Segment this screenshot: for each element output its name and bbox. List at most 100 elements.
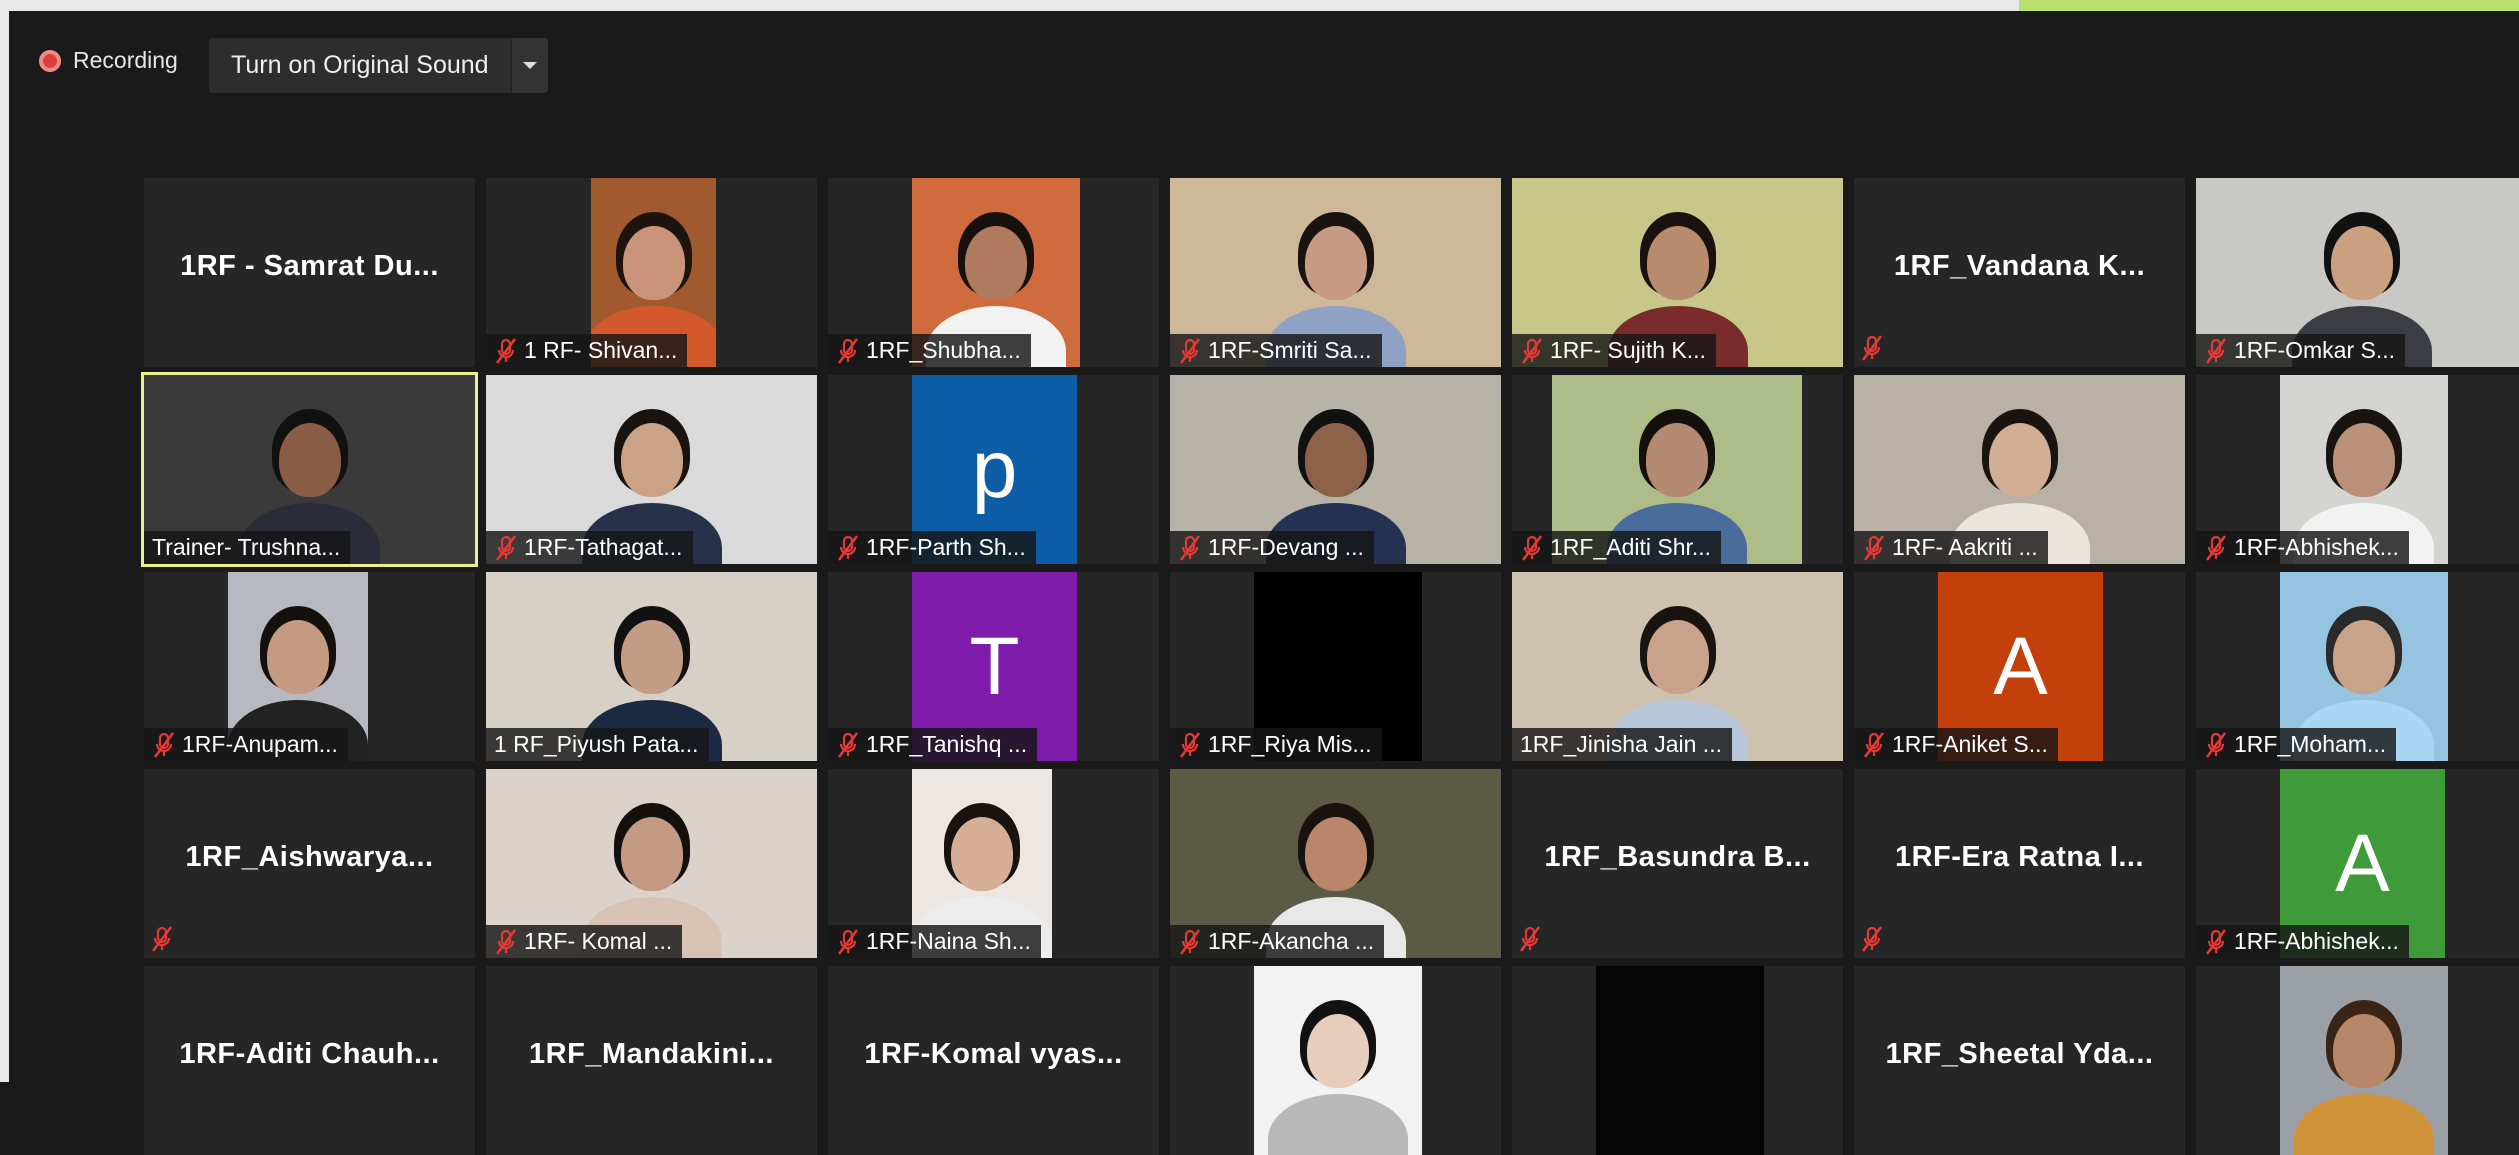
participant-tile[interactable]: Trainer- Trushna... (141, 372, 478, 567)
participant-name: 1RF_Riya Mis... (1208, 731, 1372, 757)
participant-name-label: 1RF-Parth Sh... (828, 531, 1036, 564)
participant-tile[interactable]: 1RF- Aakriti ... (1854, 375, 2185, 564)
participant-name-label: 1RF- Sujith K... (1512, 334, 1716, 367)
participant-name: 1RF_Aditi Shr... (1550, 534, 1712, 560)
participant-name: 1 RF_Piyush Pata... (494, 731, 699, 757)
participant-tile[interactable]: 1RF-Devang ... (1170, 375, 1501, 564)
participant-name: 1RF-Smriti Sa... (1208, 337, 1372, 363)
microphone-muted-icon (1862, 534, 1886, 561)
participant-tile[interactable]: 1RF_Shubha... (828, 178, 1159, 367)
microphone-muted-icon (1860, 335, 1884, 361)
microphone-muted-icon (1860, 926, 1884, 952)
participant-name: 1RF-Abhishek... (2234, 534, 2399, 560)
participant-tile[interactable]: 1RF_Aishwarya... (144, 769, 475, 958)
participant-name-label: 1RF_Aditi Shr... (1512, 531, 1722, 564)
participant-tile[interactable]: 1RF_Jinisha Jain ... (1512, 572, 1843, 761)
participant-tile[interactable]: A 1RF-Abhishek... (2196, 769, 2519, 958)
participant-name: 1RF-Akancha ... (1208, 928, 1375, 954)
participant-tile[interactable]: 1RF_Riya Mis... (1170, 572, 1501, 761)
participant-name: 1RF_Basundra B... (1544, 841, 1811, 873)
original-sound-control: Turn on Original Sound (209, 38, 548, 93)
microphone-muted-icon (1178, 337, 1202, 364)
original-sound-dropdown[interactable] (510, 38, 548, 93)
participant-name: 1RF - Samrat Du... (180, 250, 439, 282)
participant-tile[interactable]: 1RF_Sheetal Yda... (1854, 966, 2185, 1155)
participant-name-label: 1RF_Riya Mis... (1170, 728, 1382, 761)
participant-tile[interactable]: 1RF-Naina Sh... (828, 769, 1159, 958)
participant-tile[interactable]: 1RF_Basundra B... (1512, 769, 1843, 958)
participant-tile[interactable]: 1RF-Akancha ... (1170, 769, 1501, 958)
participant-name-label: 1RF-Aniket S... (1854, 728, 2058, 761)
participant-tile[interactable]: 1RF-Era Ratna I... (1854, 769, 2185, 958)
participant-name-label: 1 RF- Shivan... (486, 334, 688, 367)
microphone-muted-icon (1178, 928, 1202, 955)
participant-name-label: 1RF_Shubha... (828, 334, 1031, 367)
participant-tile[interactable]: 1RF-Komal vyas... (828, 966, 1159, 1155)
participant-video (1254, 966, 1422, 1155)
participant-tile[interactable]: 1 RF- Shivan... (486, 178, 817, 367)
participant-name: 1RF_Moham... (2234, 731, 2387, 757)
participant-name-label: 1RF- Komal ... (486, 925, 683, 958)
window-accent-bar (2019, 0, 2519, 11)
participant-tile[interactable]: 1RF-Anupam... (144, 572, 475, 761)
participant-name: 1RF_Aishwarya... (185, 841, 434, 873)
microphone-muted-icon (836, 731, 860, 758)
participant-video (1596, 966, 1764, 1155)
participant-tile[interactable]: 1RF - Samrat Du... (144, 178, 475, 367)
participant-name: 1RF-Era Ratna I... (1894, 841, 2145, 873)
microphone-muted-icon (2204, 534, 2228, 561)
window-top-strip (0, 0, 2519, 11)
participant-tile[interactable]: 1RF-Abhishek... (2196, 375, 2519, 564)
participant-tile[interactable]: 1 RF_Piyush Pata... (486, 572, 817, 761)
turn-on-original-sound-button[interactable]: Turn on Original Sound (209, 38, 511, 93)
participant-tile[interactable]: 1RF-Omkar S... (2196, 178, 2519, 367)
participant-tile[interactable]: 1RF- Komal ... (486, 769, 817, 958)
record-dot-icon (39, 49, 61, 72)
microphone-muted-icon (1178, 731, 1202, 758)
participant-tile[interactable] (1512, 966, 1843, 1155)
participant-name-label: 1RF-Tathagat... (486, 531, 693, 564)
microphone-muted-icon (152, 731, 176, 758)
participant-tile[interactable]: 1RF_Aditi Shr... (1512, 375, 1843, 564)
participant-name-label: 1RF-Smriti Sa... (1170, 334, 1382, 367)
participant-tile[interactable]: p 1RF-Parth Sh... (828, 375, 1159, 564)
participant-name: 1 RF- Shivan... (524, 337, 678, 363)
participant-video (2280, 966, 2448, 1155)
participant-tile[interactable]: 1RF-Aditi Chauh... (144, 966, 475, 1155)
participant-name: 1RF-Komal vyas... (864, 1038, 1123, 1070)
participant-name-label: 1RF-Abhishek... (2196, 531, 2409, 564)
participant-name-label: 1 RF_Piyush Pata... (486, 728, 709, 761)
microphone-muted-icon (1178, 534, 1202, 561)
avatar-letter: A (2335, 817, 2390, 909)
participant-tile[interactable]: 1RF-Tathagat... (486, 375, 817, 564)
participant-name-label: 1RF-Abhishek... (2196, 925, 2409, 958)
participant-tile[interactable]: 1RF-Smriti Sa... (1170, 178, 1501, 367)
participant-tile[interactable]: 1RF_Vandana K... (1854, 178, 2185, 367)
participant-name-label: 1RF-Omkar S... (2196, 334, 2406, 367)
participant-name-label: 1RF-Akancha ... (1170, 925, 1385, 958)
window-left-edge (0, 0, 9, 1082)
participant-name: 1RF_Tanishq ... (866, 731, 1028, 757)
participant-tile[interactable]: T 1RF_Tanishq ... (828, 572, 1159, 761)
participant-name-label: 1RF-Devang ... (1170, 531, 1374, 564)
recording-indicator[interactable]: Recording (39, 47, 178, 74)
participant-name: 1RF_Shubha... (866, 337, 1021, 363)
participant-name-label: 1RF_Jinisha Jain ... (1512, 728, 1732, 761)
microphone-muted-icon (494, 337, 518, 364)
microphone-muted-icon (150, 926, 174, 952)
microphone-muted-icon (2204, 928, 2228, 955)
participant-tile[interactable] (1170, 966, 1501, 1155)
participant-name-label: 1RF_Tanishq ... (828, 728, 1038, 761)
participant-name: 1RF-Naina Sh... (866, 928, 1031, 954)
participant-name-label: 1RF- Aakriti ... (1854, 531, 2048, 564)
participant-tile[interactable]: 1RF- Sujith K... (1512, 178, 1843, 367)
microphone-muted-icon (836, 337, 860, 364)
participant-name-label: 1RF-Anupam... (144, 728, 348, 761)
microphone-muted-icon (494, 928, 518, 955)
participant-tile[interactable]: 1RF_Mandakini... (486, 966, 817, 1155)
participant-tile[interactable] (2196, 966, 2519, 1155)
participant-tile[interactable]: 1RF_Moham... (2196, 572, 2519, 761)
participant-name-label: 1RF-Naina Sh... (828, 925, 1041, 958)
participant-tile[interactable]: A 1RF-Aniket S... (1854, 572, 2185, 761)
participant-name: 1RF_Jinisha Jain ... (1520, 731, 1722, 757)
